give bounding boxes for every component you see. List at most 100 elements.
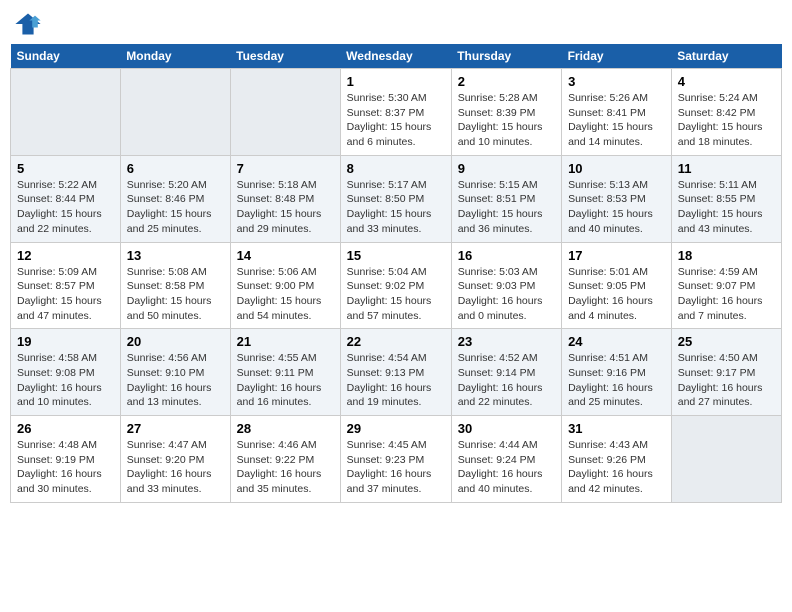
calendar-table: SundayMondayTuesdayWednesdayThursdayFrid… xyxy=(10,44,782,503)
day-number: 2 xyxy=(458,74,555,89)
logo-icon xyxy=(14,10,42,38)
logo xyxy=(14,10,46,38)
day-info: Sunrise: 5:03 AM Sunset: 9:03 PM Dayligh… xyxy=(458,265,555,324)
day-cell: 10 Sunrise: 5:13 AM Sunset: 8:53 PM Dayli… xyxy=(562,155,672,242)
day-info: Sunrise: 4:59 AM Sunset: 9:07 PM Dayligh… xyxy=(678,265,775,324)
day-info: Sunrise: 4:46 AM Sunset: 9:22 PM Dayligh… xyxy=(237,438,334,497)
day-info: Sunrise: 4:50 AM Sunset: 9:17 PM Dayligh… xyxy=(678,351,775,410)
day-info: Sunrise: 4:43 AM Sunset: 9:26 PM Dayligh… xyxy=(568,438,665,497)
header-row: SundayMondayTuesdayWednesdayThursdayFrid… xyxy=(11,44,782,69)
day-cell: 25 Sunrise: 4:50 AM Sunset: 9:17 PM Dayli… xyxy=(671,329,781,416)
day-cell: 4Sunrise: 5:24 AM Sunset: 8:42 PM Daylig… xyxy=(671,69,781,156)
day-info: Sunrise: 5:28 AM Sunset: 8:39 PM Dayligh… xyxy=(458,91,555,150)
day-cell: 12Sunrise: 5:09 AM Sunset: 8:57 PM Dayli… xyxy=(11,242,121,329)
day-number: 4 xyxy=(678,74,775,89)
column-header-monday: Monday xyxy=(120,44,230,69)
day-number: 7 xyxy=(237,161,334,176)
day-number: 18 xyxy=(678,248,775,263)
day-info: Sunrise: 5:08 AM Sunset: 8:58 PM Dayligh… xyxy=(127,265,224,324)
day-number: 6 xyxy=(127,161,224,176)
day-number: 14 xyxy=(237,248,334,263)
day-cell: 11 Sunrise: 5:11 AM Sunset: 8:55 PM Dayli… xyxy=(671,155,781,242)
day-cell: 3 Sunrise: 5:26 AM Sunset: 8:41 PM Daylig… xyxy=(562,69,672,156)
day-number: 24 xyxy=(568,334,665,349)
day-cell: 7 Sunrise: 5:18 AM Sunset: 8:48 PM Daylig… xyxy=(230,155,340,242)
day-cell: 24 Sunrise: 4:51 AM Sunset: 9:16 PM Dayli… xyxy=(562,329,672,416)
day-number: 9 xyxy=(458,161,555,176)
day-cell: 15 Sunrise: 5:04 AM Sunset: 9:02 PM Dayli… xyxy=(340,242,451,329)
day-info: Sunrise: 5:01 AM Sunset: 9:05 PM Dayligh… xyxy=(568,265,665,324)
day-cell: 17 Sunrise: 5:01 AM Sunset: 9:05 PM Dayli… xyxy=(562,242,672,329)
day-cell xyxy=(230,69,340,156)
column-header-wednesday: Wednesday xyxy=(340,44,451,69)
day-cell: 8 Sunrise: 5:17 AM Sunset: 8:50 PM Daylig… xyxy=(340,155,451,242)
day-number: 21 xyxy=(237,334,334,349)
day-cell: 28 Sunrise: 4:46 AM Sunset: 9:22 PM Dayli… xyxy=(230,416,340,503)
day-cell: 26 Sunrise: 4:48 AM Sunset: 9:19 PM Dayli… xyxy=(11,416,121,503)
day-number: 31 xyxy=(568,421,665,436)
day-cell: 31 Sunrise: 4:43 AM Sunset: 9:26 PM Dayli… xyxy=(562,416,672,503)
day-number: 26 xyxy=(17,421,114,436)
day-cell: 13 Sunrise: 5:08 AM Sunset: 8:58 PM Dayli… xyxy=(120,242,230,329)
day-cell: 22Sunrise: 4:54 AM Sunset: 9:13 PM Dayli… xyxy=(340,329,451,416)
day-info: Sunrise: 4:54 AM Sunset: 9:13 PM Dayligh… xyxy=(347,351,445,410)
day-number: 13 xyxy=(127,248,224,263)
day-number: 1 xyxy=(347,74,445,89)
day-number: 12 xyxy=(17,248,114,263)
day-info: Sunrise: 4:56 AM Sunset: 9:10 PM Dayligh… xyxy=(127,351,224,410)
day-number: 28 xyxy=(237,421,334,436)
day-number: 11 xyxy=(678,161,775,176)
day-number: 5 xyxy=(17,161,114,176)
day-number: 3 xyxy=(568,74,665,89)
day-cell: 16 Sunrise: 5:03 AM Sunset: 9:03 PM Dayli… xyxy=(451,242,561,329)
day-info: Sunrise: 5:18 AM Sunset: 8:48 PM Dayligh… xyxy=(237,178,334,237)
day-info: Sunrise: 5:30 AM Sunset: 8:37 PM Dayligh… xyxy=(347,91,445,150)
week-row-1: 1 Sunrise: 5:30 AM Sunset: 8:37 PM Daylig… xyxy=(11,69,782,156)
day-number: 20 xyxy=(127,334,224,349)
day-cell: 20 Sunrise: 4:56 AM Sunset: 9:10 PM Dayli… xyxy=(120,329,230,416)
day-info: Sunrise: 4:48 AM Sunset: 9:19 PM Dayligh… xyxy=(17,438,114,497)
day-info: Sunrise: 5:15 AM Sunset: 8:51 PM Dayligh… xyxy=(458,178,555,237)
day-number: 25 xyxy=(678,334,775,349)
day-number: 17 xyxy=(568,248,665,263)
day-number: 16 xyxy=(458,248,555,263)
day-info: Sunrise: 5:26 AM Sunset: 8:41 PM Dayligh… xyxy=(568,91,665,150)
day-info: Sunrise: 5:22 AM Sunset: 8:44 PM Dayligh… xyxy=(17,178,114,237)
day-info: Sunrise: 4:55 AM Sunset: 9:11 PM Dayligh… xyxy=(237,351,334,410)
day-cell: 19 Sunrise: 4:58 AM Sunset: 9:08 PM Dayli… xyxy=(11,329,121,416)
day-info: Sunrise: 4:51 AM Sunset: 9:16 PM Dayligh… xyxy=(568,351,665,410)
day-number: 8 xyxy=(347,161,445,176)
day-number: 15 xyxy=(347,248,445,263)
day-cell: 6Sunrise: 5:20 AM Sunset: 8:46 PM Daylig… xyxy=(120,155,230,242)
day-cell: 9 Sunrise: 5:15 AM Sunset: 8:51 PM Daylig… xyxy=(451,155,561,242)
day-cell: 21 Sunrise: 4:55 AM Sunset: 9:11 PM Dayli… xyxy=(230,329,340,416)
day-info: Sunrise: 5:06 AM Sunset: 9:00 PM Dayligh… xyxy=(237,265,334,324)
day-cell: 14 Sunrise: 5:06 AM Sunset: 9:00 PM Dayli… xyxy=(230,242,340,329)
day-cell: 23Sunrise: 4:52 AM Sunset: 9:14 PM Dayli… xyxy=(451,329,561,416)
day-cell xyxy=(671,416,781,503)
day-number: 19 xyxy=(17,334,114,349)
day-number: 10 xyxy=(568,161,665,176)
day-cell: 30 Sunrise: 4:44 AM Sunset: 9:24 PM Dayli… xyxy=(451,416,561,503)
day-cell: 18 Sunrise: 4:59 AM Sunset: 9:07 PM Dayli… xyxy=(671,242,781,329)
day-info: Sunrise: 5:11 AM Sunset: 8:55 PM Dayligh… xyxy=(678,178,775,237)
day-number: 30 xyxy=(458,421,555,436)
week-row-3: 12Sunrise: 5:09 AM Sunset: 8:57 PM Dayli… xyxy=(11,242,782,329)
day-info: Sunrise: 5:04 AM Sunset: 9:02 PM Dayligh… xyxy=(347,265,445,324)
day-cell: 27Sunrise: 4:47 AM Sunset: 9:20 PM Dayli… xyxy=(120,416,230,503)
day-info: Sunrise: 5:17 AM Sunset: 8:50 PM Dayligh… xyxy=(347,178,445,237)
column-header-thursday: Thursday xyxy=(451,44,561,69)
day-number: 27 xyxy=(127,421,224,436)
week-row-5: 26 Sunrise: 4:48 AM Sunset: 9:19 PM Dayli… xyxy=(11,416,782,503)
day-info: Sunrise: 5:13 AM Sunset: 8:53 PM Dayligh… xyxy=(568,178,665,237)
column-header-sunday: Sunday xyxy=(11,44,121,69)
day-cell xyxy=(120,69,230,156)
header xyxy=(10,10,782,38)
day-cell: 29Sunrise: 4:45 AM Sunset: 9:23 PM Dayli… xyxy=(340,416,451,503)
day-cell: 1 Sunrise: 5:30 AM Sunset: 8:37 PM Daylig… xyxy=(340,69,451,156)
day-info: Sunrise: 4:44 AM Sunset: 9:24 PM Dayligh… xyxy=(458,438,555,497)
day-info: Sunrise: 4:58 AM Sunset: 9:08 PM Dayligh… xyxy=(17,351,114,410)
column-header-tuesday: Tuesday xyxy=(230,44,340,69)
day-cell xyxy=(11,69,121,156)
day-cell: 2 Sunrise: 5:28 AM Sunset: 8:39 PM Daylig… xyxy=(451,69,561,156)
